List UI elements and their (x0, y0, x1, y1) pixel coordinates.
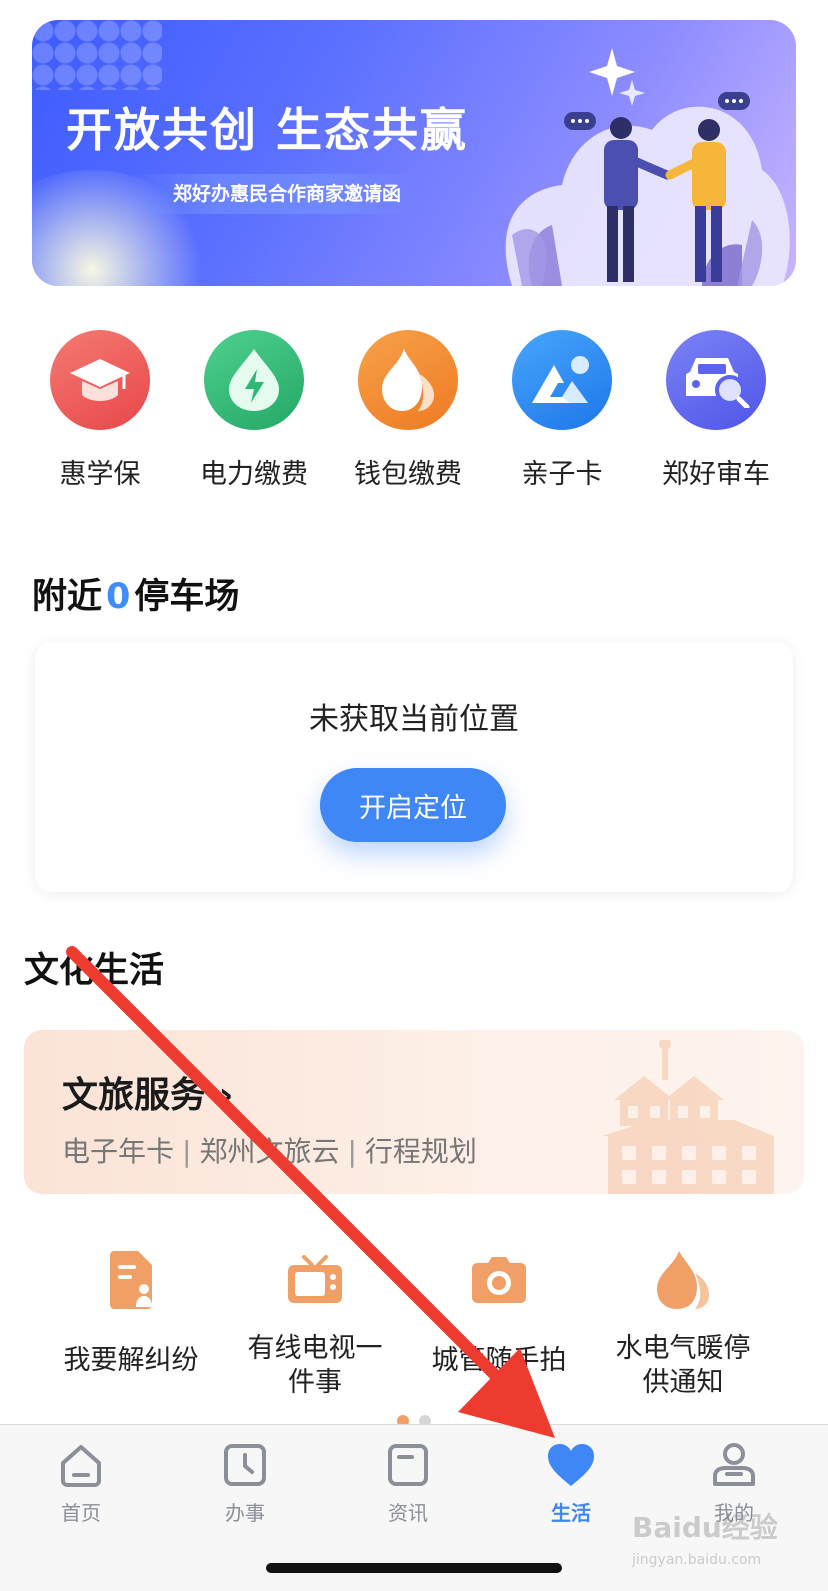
culture-services-grid: 我要解纠纷 有线电视一件事 城管随手拍 水电气暖停供通知 (0, 1240, 828, 1400)
service-label: 惠学保 (59, 459, 141, 490)
news-icon (348, 1437, 468, 1493)
enable-location-button[interactable]: 开启定位 (320, 768, 506, 842)
baidu-watermark: Baidu经验 (632, 1511, 778, 1544)
tab-services[interactable]: 办事 (185, 1437, 305, 1526)
power-drop-icon (204, 330, 304, 430)
service-cable-tv[interactable]: 有线电视一件事 (222, 1240, 408, 1400)
tab-news[interactable]: 资讯 (348, 1437, 468, 1526)
tab-life[interactable]: 生活 (511, 1437, 631, 1526)
promo-banner[interactable]: 开放共创 生态共赢 郑好办惠民合作商家邀请函 (32, 20, 796, 286)
service-label: 钱包缴费 (354, 459, 462, 490)
car-search-icon (666, 330, 766, 430)
parking-count: 0 (106, 577, 131, 617)
banner-title: 开放共创 生态共赢 (66, 103, 469, 157)
chevron-right-icon: › (218, 1075, 234, 1116)
parking-title-prefix: 附近 (32, 577, 103, 617)
link-e-annual-card[interactable]: 电子年卡 (62, 1135, 174, 1168)
graduation-cap-icon (50, 330, 150, 430)
parking-title-suffix: 停车场 (134, 577, 240, 617)
service-label: 城管随手拍 (431, 1345, 567, 1376)
culture-section-title: 文化生活 (24, 951, 165, 991)
tab-label: 生活 (551, 1501, 591, 1525)
flame-icon (358, 330, 458, 430)
service-wallet-pay[interactable]: 钱包缴费 (330, 330, 486, 491)
person-icon (674, 1437, 794, 1493)
tab-label: 资讯 (388, 1501, 428, 1525)
handshake-illustration (505, 48, 790, 286)
service-utility-outage-notice[interactable]: 水电气暖停供通知 (590, 1240, 776, 1400)
service-city-snapshot[interactable]: 城管随手拍 (406, 1240, 592, 1378)
service-label: 电力缴费 (200, 459, 308, 490)
clock-icon (185, 1437, 305, 1493)
tab-label: 首页 (61, 1501, 101, 1525)
home-icon (21, 1437, 141, 1493)
service-huixuebao[interactable]: 惠学保 (22, 330, 178, 491)
culture-card-title[interactable]: 文旅服务 › (62, 1066, 233, 1118)
culture-card-title-text: 文旅服务 (62, 1075, 207, 1116)
tv-icon (222, 1240, 408, 1320)
baidu-watermark-url: jingyan.baidu.com (632, 1552, 762, 1568)
heart-icon (511, 1437, 631, 1493)
service-parent-child-card[interactable]: 亲子卡 (484, 330, 640, 491)
service-label: 我要解纠纷 (63, 1345, 199, 1376)
culture-travel-card[interactable]: 文旅服务 › 电子年卡 | 郑州文旅云 | 行程规划 (24, 1030, 804, 1194)
tab-home[interactable]: 首页 (21, 1437, 141, 1526)
banner-dot-pattern (32, 20, 162, 90)
service-label: 郑好审车 (662, 459, 770, 490)
document-person-icon (38, 1240, 224, 1320)
quick-services: 惠学保 电力缴费 钱包缴费 亲子卡 郑好审车 (0, 330, 828, 500)
link-trip-planning[interactable]: 行程规划 (365, 1135, 477, 1168)
tab-label: 办事 (225, 1501, 265, 1525)
service-dispute-resolution[interactable]: 我要解纠纷 (38, 1240, 224, 1378)
page-indicator (0, 1412, 828, 1427)
parking-section-title: 附近 0 停车场 (32, 568, 239, 619)
location-status-message: 未获取当前位置 (309, 702, 519, 737)
parking-card: 未获取当前位置 开启定位 (35, 642, 793, 892)
service-label: 有线电视一件事 (247, 1333, 383, 1398)
flame-icon (590, 1240, 776, 1320)
separator: | (347, 1135, 357, 1168)
home-indicator[interactable] (266, 1563, 562, 1573)
service-electricity[interactable]: 电力缴费 (176, 330, 332, 491)
separator: | (182, 1135, 192, 1168)
camera-icon (406, 1240, 592, 1320)
culture-links: 电子年卡 | 郑州文旅云 | 行程规划 (62, 1130, 477, 1170)
service-label: 亲子卡 (521, 459, 603, 490)
mountain-icon (512, 330, 612, 430)
service-label: 水电气暖停供通知 (615, 1333, 751, 1398)
pagoda-building-icon (602, 1040, 774, 1194)
service-vehicle-inspection[interactable]: 郑好审车 (638, 330, 794, 491)
banner-subtitle: 郑好办惠民合作商家邀请函 (127, 174, 424, 214)
link-zhengzhou-culture-cloud[interactable]: 郑州文旅云 (199, 1135, 339, 1168)
